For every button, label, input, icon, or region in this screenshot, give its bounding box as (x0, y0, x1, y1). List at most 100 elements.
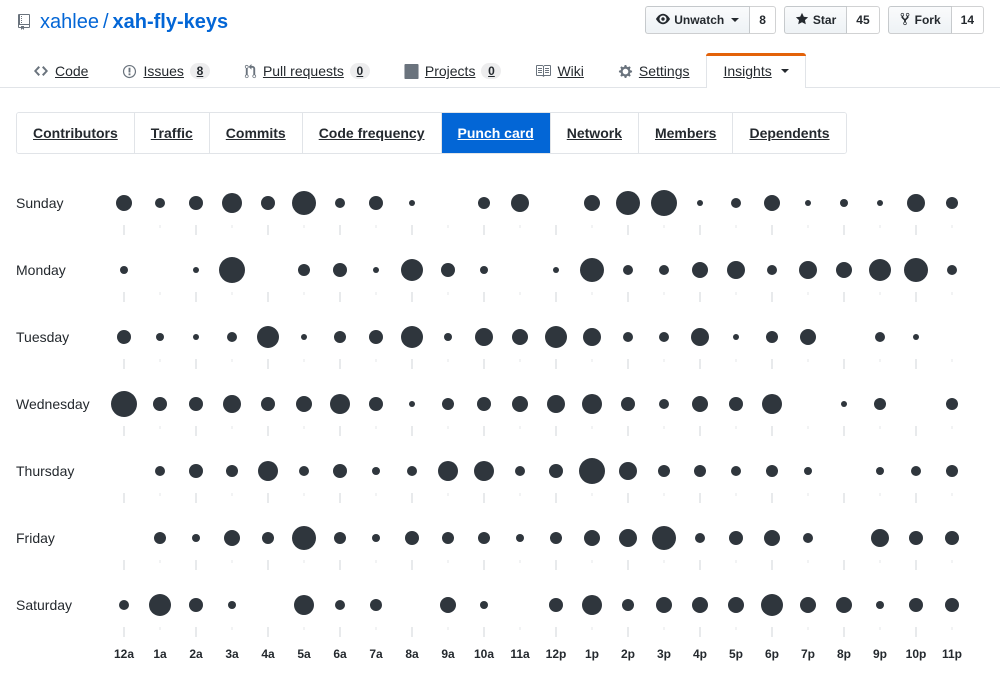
punch-dot[interactable] (553, 267, 559, 273)
punch-dot[interactable] (373, 267, 379, 273)
punch-dot[interactable] (292, 526, 316, 550)
punch-dot[interactable] (731, 198, 741, 208)
punch-dot[interactable] (584, 530, 600, 546)
punch-dot[interactable] (512, 396, 528, 412)
punch-dot[interactable] (478, 197, 490, 209)
punch-dot[interactable] (945, 598, 959, 612)
punch-dot[interactable] (692, 597, 708, 613)
punch-dot[interactable] (733, 334, 739, 340)
punch-dot[interactable] (767, 265, 777, 275)
punch-dot[interactable] (222, 193, 242, 213)
punch-dot[interactable] (155, 198, 165, 208)
punch-dot[interactable] (370, 599, 382, 611)
punch-dot[interactable] (294, 595, 314, 615)
punch-dot[interactable] (799, 261, 817, 279)
punch-dot[interactable] (258, 461, 278, 481)
punch-dot[interactable] (333, 263, 347, 277)
punch-dot[interactable] (516, 534, 524, 542)
punch-dot[interactable] (697, 200, 703, 206)
punch-dot[interactable] (911, 466, 921, 476)
punch-dot[interactable] (369, 196, 383, 210)
punch-dot[interactable] (335, 600, 345, 610)
punch-dot[interactable] (623, 332, 633, 342)
punch-dot[interactable] (549, 598, 563, 612)
punch-dot[interactable] (876, 467, 884, 475)
punch-dot[interactable] (691, 328, 709, 346)
punch-dot[interactable] (582, 394, 602, 414)
punch-dot[interactable] (292, 191, 316, 215)
punch-dot[interactable] (334, 532, 346, 544)
punch-dot[interactable] (442, 532, 454, 544)
punch-dot[interactable] (547, 395, 565, 413)
punch-dot[interactable] (616, 191, 640, 215)
nav-item-wiki[interactable]: Wiki (518, 53, 600, 88)
repo-owner-link[interactable]: xahlee (40, 12, 99, 32)
punch-dot[interactable] (369, 330, 383, 344)
punch-dot[interactable] (800, 597, 816, 613)
punch-dot[interactable] (841, 401, 847, 407)
punch-dot[interactable] (805, 200, 811, 206)
repo-name-link[interactable]: xah-fly-keys (113, 12, 229, 32)
punch-dot[interactable] (874, 398, 886, 410)
punch-dot[interactable] (193, 267, 199, 273)
punch-dot[interactable] (442, 398, 454, 410)
punch-dot[interactable] (692, 396, 708, 412)
punch-dot[interactable] (189, 196, 203, 210)
punch-dot[interactable] (401, 326, 423, 348)
nav-item-pull-requests[interactable]: Pull requests 0 (227, 53, 387, 88)
watch-count[interactable]: 8 (750, 6, 776, 34)
unwatch-button[interactable]: Unwatch (645, 6, 751, 34)
punch-dot[interactable] (692, 262, 708, 278)
nav-item-insights[interactable]: Insights (706, 53, 806, 88)
punch-dot[interactable] (904, 258, 928, 282)
punch-dot[interactable] (946, 465, 958, 477)
punch-dot[interactable] (154, 532, 166, 544)
punch-dot[interactable] (619, 529, 637, 547)
punch-dot[interactable] (438, 461, 458, 481)
punch-dot[interactable] (515, 466, 525, 476)
punch-dot[interactable] (694, 465, 706, 477)
subnav-item-members[interactable]: Members (637, 113, 733, 153)
punch-dot[interactable] (836, 262, 852, 278)
punch-dot[interactable] (550, 532, 562, 544)
punch-dot[interactable] (580, 258, 604, 282)
punch-dot[interactable] (579, 458, 605, 484)
punch-dot[interactable] (224, 530, 240, 546)
punch-dot[interactable] (909, 531, 923, 545)
nav-item-settings[interactable]: Settings (601, 53, 707, 88)
star-count[interactable]: 45 (847, 6, 880, 34)
punch-dot[interactable] (545, 326, 567, 348)
punch-dot[interactable] (227, 332, 237, 342)
punch-dot[interactable] (946, 398, 958, 410)
punch-dot[interactable] (764, 195, 780, 211)
punch-dot[interactable] (119, 600, 129, 610)
punch-dot[interactable] (440, 597, 456, 613)
punch-dot[interactable] (153, 397, 167, 411)
punch-dot[interactable] (731, 466, 741, 476)
punch-dot[interactable] (189, 464, 203, 478)
punch-dot[interactable] (444, 333, 452, 341)
punch-dot[interactable] (407, 466, 417, 476)
fork-button[interactable]: Fork (887, 6, 952, 34)
punch-dot[interactable] (619, 462, 637, 480)
punch-dot[interactable] (728, 597, 744, 613)
punch-dot[interactable] (840, 199, 848, 207)
punch-dot[interactable] (372, 534, 380, 542)
nav-item-projects[interactable]: Projects 0 (387, 53, 519, 88)
punch-dot[interactable] (477, 397, 491, 411)
punch-dot[interactable] (192, 534, 200, 542)
punch-dot[interactable] (656, 597, 672, 613)
subnav-item-contributors[interactable]: Contributors (17, 113, 134, 153)
punch-dot[interactable] (478, 532, 490, 544)
subnav-item-code-frequency[interactable]: Code frequency (301, 113, 441, 153)
punch-dot[interactable] (475, 328, 493, 346)
punch-dot[interactable] (262, 532, 274, 544)
punch-dot[interactable] (111, 391, 137, 417)
punch-dot[interactable] (301, 334, 307, 340)
punch-dot[interactable] (584, 195, 600, 211)
punch-dot[interactable] (372, 467, 380, 475)
punch-dot[interactable] (333, 464, 347, 478)
nav-item-issues[interactable]: Issues 8 (105, 53, 226, 88)
punch-dot[interactable] (869, 259, 891, 281)
punch-dot[interactable] (582, 595, 602, 615)
